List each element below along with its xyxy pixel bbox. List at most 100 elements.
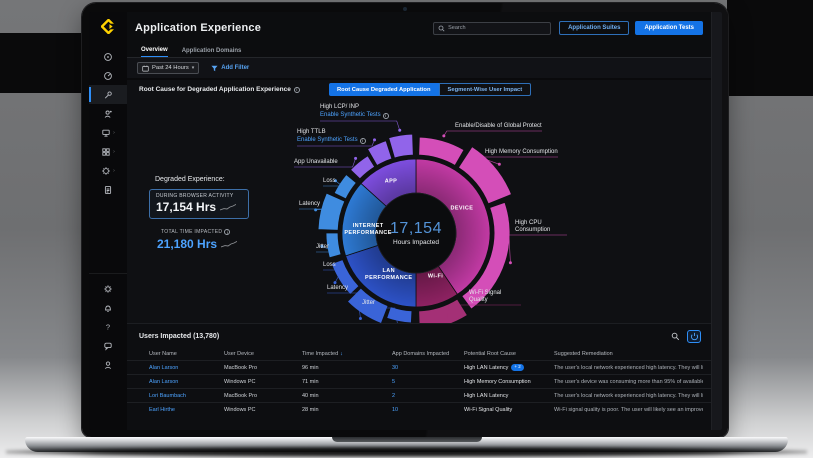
- sidebar-item-reports[interactable]: [89, 180, 127, 199]
- sidebar-item-account[interactable]: [89, 355, 127, 374]
- application-tests-button[interactable]: Application Tests: [635, 21, 703, 35]
- sidebar-item-settings[interactable]: [89, 279, 127, 298]
- info-icon[interactable]: i: [383, 113, 389, 119]
- sidebar-item-help[interactable]: ?: [89, 317, 127, 336]
- application-experience-icon: [103, 90, 113, 100]
- app-domains-link[interactable]: 5: [392, 379, 464, 385]
- column-header-user-device[interactable]: User Device: [224, 351, 302, 357]
- laptop-lid-notch: [332, 437, 482, 442]
- sort-descending-icon[interactable]: ↓: [340, 351, 343, 357]
- help-icon: ?: [103, 322, 113, 332]
- leader-dot: [334, 179, 337, 182]
- sidebar-item-user-alert[interactable]: [89, 104, 127, 123]
- tab-application-domains[interactable]: Application Domains: [182, 48, 242, 57]
- filter-bar: Past 24 Hours ▾ Add Filter: [127, 58, 711, 78]
- application-suites-button[interactable]: Application Suites: [559, 21, 629, 35]
- time-range-dropdown[interactable]: Past 24 Hours ▾: [137, 62, 199, 74]
- user-device-cell: Windows PC: [224, 379, 302, 385]
- table-row[interactable]: Alan LarsonMacBook Pro96 min30High LAN L…: [127, 360, 711, 374]
- browser-activity-value: 17,154 Hrs: [156, 200, 216, 214]
- synthetic-tests-link[interactable]: Enable Synthetic Tests i: [297, 136, 366, 145]
- synthetic-tests-link[interactable]: Enable Synthetic Tests i: [320, 111, 389, 120]
- tab-overview[interactable]: Overview: [141, 47, 168, 57]
- search-input[interactable]: Search: [433, 22, 551, 35]
- subsegment-latency[interactable]: [318, 193, 345, 230]
- sidebar-nav: › › ›: [89, 47, 127, 199]
- add-filter-button[interactable]: Add Filter: [211, 65, 249, 72]
- time-impacted-cell: 71 min: [302, 379, 392, 385]
- filter-funnel-icon: [211, 65, 218, 72]
- leader-line: [444, 131, 542, 136]
- sidebar-item-devices[interactable]: ›: [89, 123, 127, 142]
- leader-dot: [442, 134, 445, 137]
- chevron-right-icon: ›: [113, 149, 115, 155]
- user-alert-icon: [103, 109, 113, 119]
- sidebar-item-apps[interactable]: ›: [89, 142, 127, 161]
- table-export-button[interactable]: [687, 330, 701, 343]
- sidebar-item-notifications[interactable]: [89, 298, 127, 317]
- column-header-suggested-remediation[interactable]: Suggested Remediation: [554, 351, 703, 357]
- top-header: Application Experience Search Applicatio…: [127, 12, 711, 44]
- tab-bar: Overview Application Domains: [127, 44, 711, 58]
- subsegment-high-lcp-inp[interactable]: [389, 134, 414, 158]
- info-icon[interactable]: i: [360, 138, 366, 144]
- info-icon[interactable]: i: [224, 229, 230, 235]
- subsegment-jitter[interactable]: [387, 307, 412, 323]
- table-row[interactable]: Alan LarsonWindows PC71 min5High Memory …: [127, 374, 711, 388]
- sunburst-center: [376, 193, 456, 273]
- sidebar-item-explore[interactable]: [89, 47, 127, 66]
- sparkline: [220, 203, 236, 211]
- table-row[interactable]: Lori BaumbachMacBook Pro40 min2High LAN …: [127, 388, 711, 402]
- app-domains-link[interactable]: 2: [392, 393, 464, 399]
- remediation-cell: The user's device was consuming more tha…: [554, 379, 703, 385]
- chevron-down-icon: ▾: [192, 65, 195, 71]
- sidebar-item-dashboard[interactable]: [89, 66, 127, 85]
- chevron-right-icon: ›: [113, 130, 115, 136]
- scrollbar[interactable]: [711, 12, 722, 430]
- table-body: Alan LarsonMacBook Pro96 min30High LAN L…: [127, 360, 711, 416]
- leader-dot: [373, 138, 376, 141]
- subsegment-jitter[interactable]: [326, 233, 341, 258]
- automation-icon: [101, 166, 111, 176]
- user-name-link[interactable]: Earl Hirthe: [149, 407, 224, 413]
- leader-dot: [398, 129, 401, 132]
- remediation-cell: The user's local network experienced hig…: [554, 365, 703, 371]
- user-name-link[interactable]: Alan Larson: [149, 365, 224, 371]
- column-header-user-name[interactable]: User Name: [149, 351, 224, 357]
- page-title: Application Experience: [135, 22, 261, 34]
- sidebar-item-application-experience[interactable]: [89, 85, 127, 104]
- leader-dot: [320, 245, 323, 248]
- table-title: Users Impacted (13,780): [139, 333, 219, 340]
- leader-dot: [509, 261, 512, 264]
- backdrop-dark-band-right: [727, 0, 813, 96]
- table-search-button[interactable]: [669, 330, 682, 343]
- sidebar-item-feedback[interactable]: [89, 336, 127, 355]
- app-domains-link[interactable]: 30: [392, 365, 464, 371]
- backdrop: › › › ? Application Experience Search Appl…: [0, 0, 813, 458]
- sidebar: › › › ?: [89, 12, 127, 430]
- root-cause-count-badge[interactable]: + 2: [511, 364, 523, 371]
- notifications-icon: [103, 303, 113, 313]
- settings-icon: [103, 284, 113, 294]
- root-cause-panel: Root Cause for Degraded Application Expe…: [127, 78, 711, 323]
- leader-dot: [333, 281, 336, 284]
- table-row[interactable]: Earl HirtheWindows PC28 min10Wi-Fi Signa…: [127, 402, 711, 416]
- devices-icon: [101, 128, 111, 138]
- backdrop-dark-band-left: [0, 33, 83, 93]
- root-cause-cell: High LAN Latency: [464, 393, 554, 399]
- user-name-link[interactable]: Lori Baumbach: [149, 393, 224, 399]
- leader-line: [509, 235, 567, 263]
- time-impacted-cell: 40 min: [302, 393, 392, 399]
- user-device-cell: Windows PC: [224, 407, 302, 413]
- explore-icon: [103, 52, 113, 62]
- app-domains-link[interactable]: 10: [392, 407, 464, 413]
- laptop-shadow: [6, 447, 807, 457]
- search-placeholder: Search: [448, 25, 465, 31]
- column-header-app-domains-impacted[interactable]: App Domains Impacted: [392, 351, 464, 357]
- browser-activity-card[interactable]: DURING BROWSER ACTIVITY 17,154 Hrs: [149, 189, 249, 219]
- user-name-link[interactable]: Alan Larson: [149, 379, 224, 385]
- sidebar-utility-nav: ?: [89, 273, 127, 374]
- column-header-time-impacted[interactable]: Time Impacted↓: [302, 351, 392, 357]
- column-header-potential-root-cause[interactable]: Potential Root Cause: [464, 351, 554, 357]
- sidebar-item-automation[interactable]: ›: [89, 161, 127, 180]
